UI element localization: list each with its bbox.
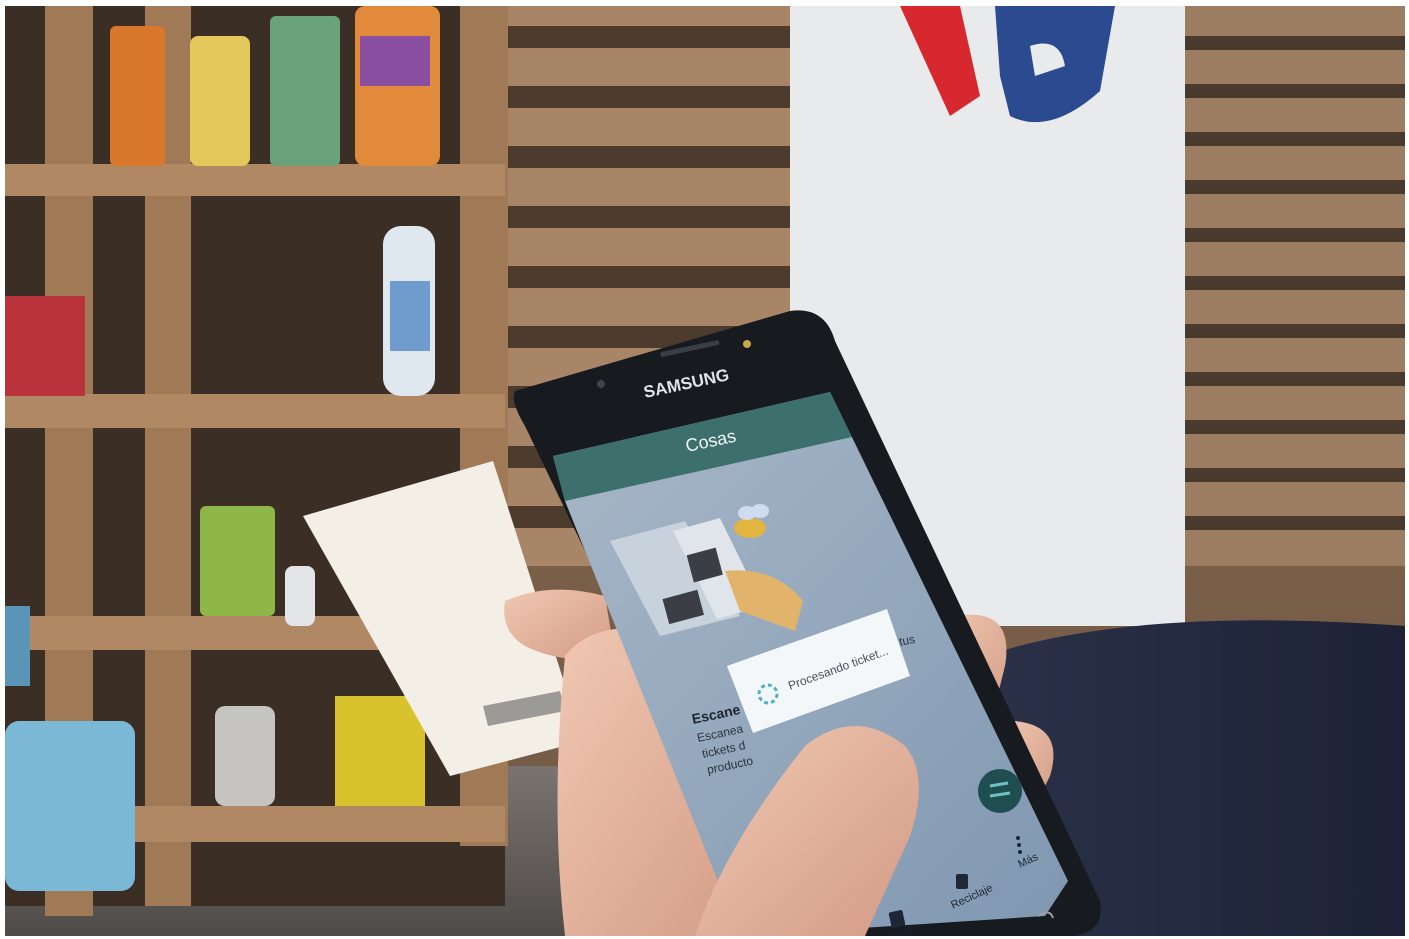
trash-icon[interactable] [956, 874, 968, 889]
front-camera [597, 380, 605, 388]
photo-illustration: SAMSUNG Cosas Escane Escanea tickets d p… [5, 6, 1405, 936]
photo-scene: SAMSUNG Cosas Escane Escanea tickets d p… [5, 6, 1405, 936]
product-green-pack [200, 506, 275, 616]
product-yellow-box [335, 696, 425, 806]
product-bag [5, 721, 135, 891]
bee-icon [734, 518, 766, 538]
product-green [270, 16, 340, 166]
more-icon[interactable] [1016, 836, 1020, 840]
product-orange [110, 26, 165, 166]
sensor [743, 340, 751, 348]
scan-fab-button[interactable] [978, 769, 1022, 813]
product-yellow [190, 36, 250, 166]
product-red-box [5, 296, 85, 396]
